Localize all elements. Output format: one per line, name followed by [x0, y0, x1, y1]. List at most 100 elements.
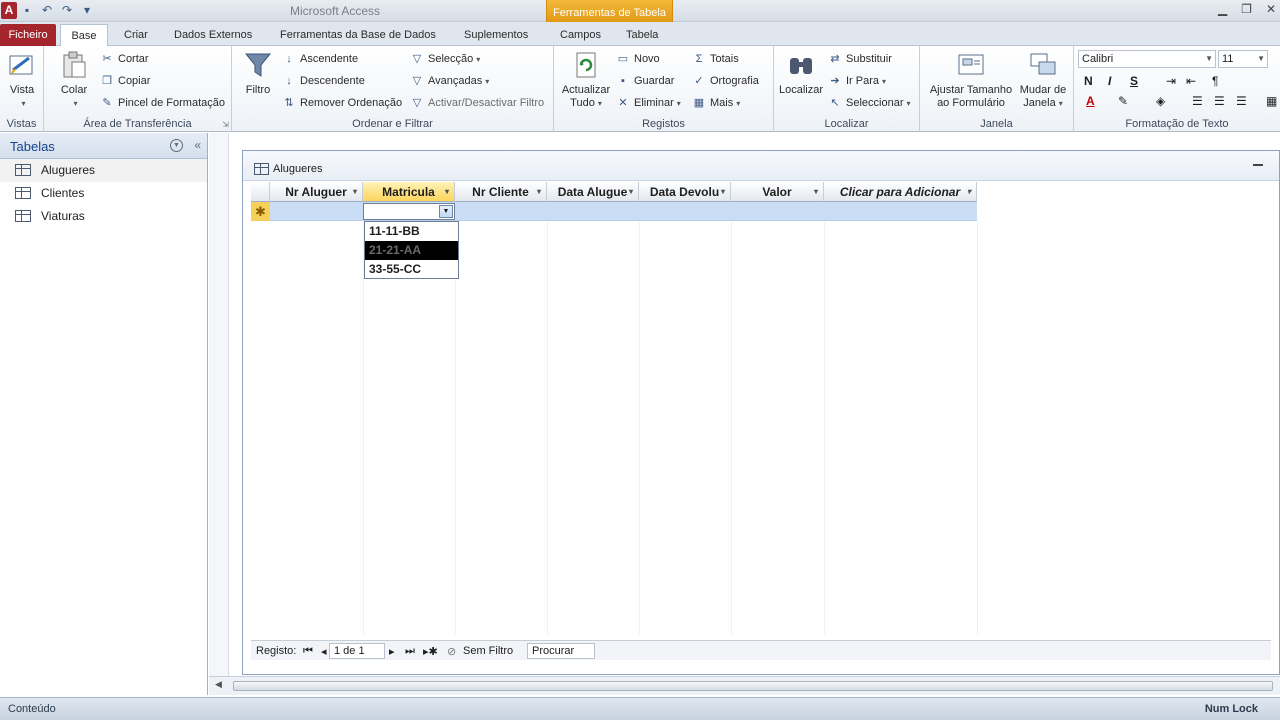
tab-database-tools[interactable]: Ferramentas da Base de Dados	[272, 24, 444, 46]
refresh-all-button[interactable]: Actualizar Tudo ▾	[560, 50, 612, 110]
nav-item-viaturas[interactable]: Viaturas	[0, 205, 207, 228]
tab-add-ins[interactable]: Suplementos	[456, 24, 536, 46]
customize-qat-icon[interactable]: ▾	[80, 3, 94, 17]
previous-record-icon[interactable]: ◂	[321, 645, 327, 658]
remove-sort-button[interactable]: ⇅ Remover Ordenação	[282, 93, 402, 113]
align-center-icon[interactable]: ☰	[1214, 94, 1225, 108]
paragraph-direction-icon[interactable]: ¶	[1212, 74, 1218, 88]
find-button[interactable]: Localizar	[778, 50, 824, 97]
chevron-down-icon[interactable]: ▾	[353, 182, 357, 202]
more-button[interactable]: ▦ Mais ▾	[692, 93, 740, 113]
column-header-add-field[interactable]: Clicar para Adicionar ▾	[824, 182, 977, 202]
chevron-down-icon[interactable]: ▾	[967, 182, 971, 202]
goto-button[interactable]: ➔ Ir Para ▾	[828, 71, 886, 91]
tab-create[interactable]: Criar	[116, 24, 156, 46]
last-record-icon[interactable]: ⏭	[405, 645, 415, 658]
nav-item-clientes[interactable]: Clientes	[0, 182, 207, 205]
dropdown-option[interactable]: 33-55-CC	[365, 260, 458, 279]
align-left-icon[interactable]: ☰	[1192, 94, 1203, 108]
no-filter-label[interactable]: Sem Filtro	[463, 645, 513, 657]
datasheet-titlebar[interactable]: Alugueres	[243, 151, 1279, 181]
font-size-combo[interactable]: 11 ▼	[1218, 50, 1268, 68]
access-app-icon[interactable]: A	[1, 2, 17, 19]
chevron-down-icon[interactable]: ▾	[814, 182, 818, 202]
dropdown-option[interactable]: 11-11-BB	[365, 222, 458, 241]
bold-button[interactable]: N	[1084, 74, 1093, 88]
column-header-valor[interactable]: Valor ▾	[731, 182, 824, 202]
decrease-indent-icon[interactable]: ⇤	[1186, 74, 1196, 88]
cut-button[interactable]: ✂ Cortar	[100, 49, 148, 69]
minimize-icon[interactable]	[1253, 164, 1263, 166]
chevron-down-icon[interactable]: ▾	[721, 182, 725, 202]
format-painter-button[interactable]: ✎ Pincel de Formatação	[100, 93, 225, 113]
save-icon[interactable]: ▪	[20, 3, 34, 17]
horizontal-scrollbar[interactable]: ◀	[209, 676, 1280, 695]
column-header-data-aluguer[interactable]: Data Alugue ▾	[547, 182, 639, 202]
font-name-combo[interactable]: Calibri ▼	[1078, 50, 1216, 68]
chevron-down-icon[interactable]: ▾	[629, 182, 633, 202]
sort-ascending-button[interactable]: ↓ Ascendente	[282, 49, 358, 69]
gridlines-icon[interactable]: ▦	[1266, 94, 1277, 108]
new-record-button[interactable]: ▭ Novo	[616, 49, 660, 69]
search-box[interactable]: Procurar	[527, 643, 595, 659]
matricula-combo-cell[interactable]: ▼	[363, 203, 455, 220]
no-filter-icon[interactable]: ⊘	[447, 645, 456, 658]
totals-button[interactable]: Σ Totais	[692, 49, 739, 69]
replace-button[interactable]: ⇄ Substituir	[828, 49, 891, 69]
size-to-fit-form-button[interactable]: Ajustar Tamanho ao Formulário	[926, 50, 1016, 110]
paste-button[interactable]: Colar ▾	[54, 50, 94, 110]
minimize-icon[interactable]: ▁	[1218, 2, 1227, 16]
dialog-launcher-icon[interactable]: ⇲	[222, 120, 229, 129]
nav-item-alugueres[interactable]: Alugueres	[0, 159, 207, 182]
copy-button[interactable]: ❐ Copiar	[100, 71, 150, 91]
background-color-icon[interactable]: ◈	[1156, 94, 1165, 108]
column-header-data-devolucao[interactable]: Data Devolu ▾	[639, 182, 731, 202]
tab-home[interactable]: Base	[60, 24, 108, 47]
column-header-nr-cliente[interactable]: Nr Cliente ▾	[455, 182, 547, 202]
collapse-pane-icon[interactable]: «	[194, 138, 201, 152]
delete-record-button[interactable]: ✕ Eliminar ▾	[616, 93, 680, 113]
increase-indent-icon[interactable]: ⇥	[1166, 74, 1176, 88]
chevron-down-icon[interactable]: ▾	[445, 182, 449, 202]
advanced-button[interactable]: ▽ Avançadas ▾	[410, 71, 489, 91]
current-record-field[interactable]: 1 de 1	[329, 643, 385, 659]
first-record-icon[interactable]: ⏮	[303, 645, 313, 658]
sort-descending-button[interactable]: ↓ Descendente	[282, 71, 365, 91]
tab-external-data[interactable]: Dados Externos	[166, 24, 260, 46]
select-button[interactable]: ↖ Seleccionar ▾	[828, 93, 910, 113]
align-right-icon[interactable]: ☰	[1236, 94, 1247, 108]
font-color-icon[interactable]: A	[1086, 94, 1095, 108]
tab-fields[interactable]: Campos	[552, 24, 609, 46]
undo-icon[interactable]: ↶	[40, 3, 54, 17]
scroll-left-icon[interactable]: ◀	[215, 679, 222, 690]
redo-icon[interactable]: ↷	[60, 3, 74, 17]
view-button[interactable]: Vista ▾	[4, 50, 40, 110]
workspace-vertical-scrollbar[interactable]	[209, 133, 229, 695]
tab-file[interactable]: Ficheiro	[0, 24, 56, 46]
chevron-down-icon[interactable]: ▼	[170, 139, 183, 152]
italic-button[interactable]: I	[1108, 74, 1111, 88]
next-record-icon[interactable]: ▸	[389, 645, 395, 658]
spelling-button[interactable]: ✓ Ortografia	[692, 71, 759, 91]
dropdown-option-highlighted[interactable]: 21-21-AA	[365, 241, 458, 260]
tab-table[interactable]: Tabela	[618, 24, 666, 46]
scrollbar-thumb[interactable]	[233, 681, 1273, 691]
underline-button[interactable]: S	[1130, 74, 1138, 88]
restore-icon[interactable]: ❐	[1241, 2, 1252, 16]
column-header-nr-aluguer[interactable]: Nr Aluguer ▾	[270, 182, 363, 202]
close-icon[interactable]: ✕	[1266, 2, 1276, 16]
chevron-down-icon[interactable]: ▾	[537, 182, 541, 202]
navigation-pane-header[interactable]: Tabelas ▼ «	[0, 133, 207, 159]
save-record-button[interactable]: ▪ Guardar	[616, 71, 674, 91]
new-record-marker[interactable]: ✱	[251, 202, 270, 221]
chevron-down-icon[interactable]: ▼	[439, 205, 453, 218]
new-record-nav-icon[interactable]: ▸✱	[423, 645, 438, 658]
select-all-cell[interactable]	[251, 182, 270, 202]
highlight-icon[interactable]: ✎	[1118, 94, 1128, 108]
toggle-filter-button[interactable]: ▽ Activar/Desactivar Filtro	[410, 93, 544, 113]
switch-windows-button[interactable]: Mudar de Janela ▾	[1016, 50, 1070, 110]
new-record-row[interactable]	[251, 202, 977, 221]
filter-button[interactable]: Filtro	[240, 50, 276, 97]
column-header-matricula[interactable]: Matricula ▾	[363, 182, 455, 202]
selection-button[interactable]: ▽ Selecção ▾	[410, 49, 481, 69]
